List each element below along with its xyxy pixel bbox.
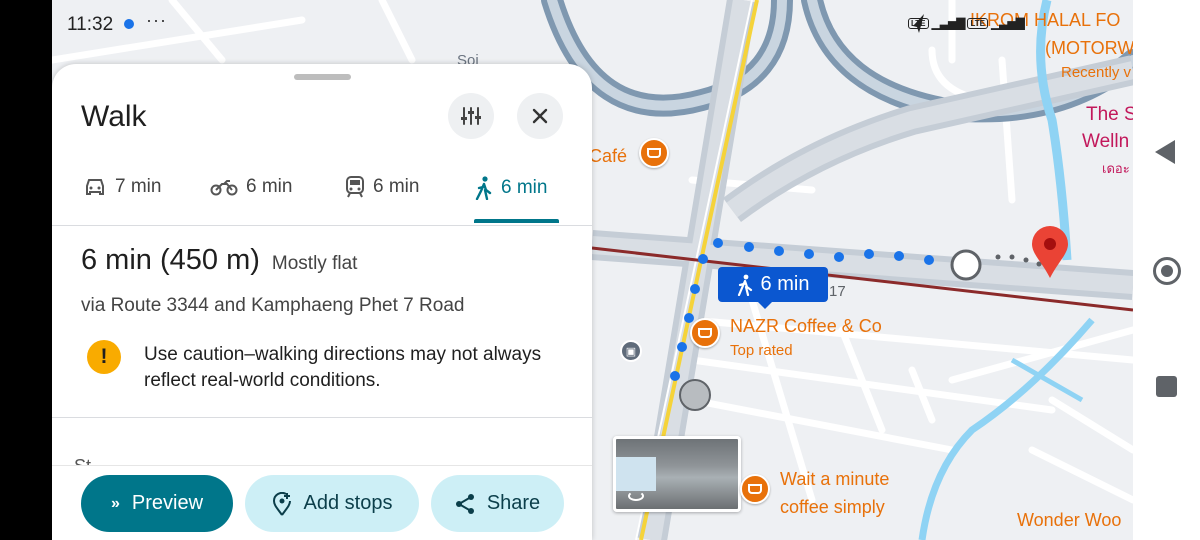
walking-caution-text: Use caution–walking directions may not a…: [144, 344, 542, 391]
warning-icon: !: [87, 340, 121, 374]
preview-chevrons-icon: »: [110, 494, 120, 512]
road-number-label: 17: [829, 283, 846, 300]
status-time: 11:32: [67, 14, 114, 35]
route-summary: 6 min (450 m) Mostly flat: [81, 244, 357, 277]
motorbike-icon: [210, 180, 238, 196]
tab-transit[interactable]: 6 min: [345, 176, 419, 198]
back-icon[interactable]: [1155, 140, 1175, 164]
map-label-wellness-2: Welln: [1082, 131, 1130, 152]
walk-icon: [475, 176, 492, 200]
tab-walk-label: 6 min: [501, 177, 548, 198]
add-stop-pin-icon: [272, 491, 291, 516]
walk-icon: [737, 274, 752, 296]
phone-screen: Café IKROM HALAL FO (MOTORW Recently v T…: [52, 0, 1133, 540]
action-bar: » Preview Add stops Share: [52, 465, 592, 540]
sheet-title: Walk: [81, 100, 147, 133]
tab-drive-label: 7 min: [115, 176, 162, 197]
signal-icon: ▁▃▅▇: [931, 16, 966, 30]
map-label-wait[interactable]: Wait a minute: [780, 469, 889, 490]
preview-label: Preview: [131, 492, 204, 514]
map-label-wait-2: coffee simply: [780, 497, 885, 517]
sheet-drag-handle[interactable]: [294, 74, 351, 80]
wait-a-minute-poi-icon[interactable]: [740, 474, 770, 504]
signal-icon-2: ▁▃▅▇: [990, 16, 1025, 30]
close-icon: [532, 108, 548, 124]
section-divider: [52, 417, 592, 418]
car-icon: [86, 179, 104, 195]
directions-sheet: Walk 7 min 6 min 6 min 6 min 6 min (450 …: [52, 64, 592, 540]
route-duration-distance: 6 min (450 m): [81, 244, 260, 276]
recent-apps-icon[interactable]: [1156, 376, 1177, 397]
add-stops-button[interactable]: Add stops: [245, 475, 419, 532]
map-label-wellness-3: เดอะ: [1102, 161, 1130, 176]
active-tab-indicator: [474, 219, 559, 223]
route-via: via Route 3344 and Kamphaeng Phet 7 Road: [81, 295, 465, 316]
map-label-nazr-sub: Top rated: [730, 342, 793, 359]
street-view-360-icon: [628, 491, 644, 501]
route-time-badge[interactable]: 6 min: [718, 267, 828, 309]
tab-walk[interactable]: 6 min: [475, 176, 547, 200]
map-label-nazr[interactable]: NAZR Coffee & Co: [730, 316, 882, 337]
share-icon: [455, 493, 474, 514]
street-view-thumbnail[interactable]: [613, 436, 741, 512]
map-label-wellness[interactable]: The S: [1086, 104, 1133, 126]
route-terrain: Mostly flat: [271, 253, 358, 274]
map-label-halal-2: (MOTORW: [1045, 38, 1133, 58]
close-button[interactable]: [517, 93, 563, 139]
home-icon[interactable]: [1153, 257, 1181, 285]
travel-mode-tabs: 7 min 6 min 6 min 6 min: [52, 164, 592, 226]
status-icons: LTE ▁▃▅▇ LTE ▁▃▅▇: [908, 12, 1025, 34]
tab-motorbike-label: 6 min: [246, 176, 293, 197]
route-options-button[interactable]: [448, 93, 494, 139]
tab-transit-label: 6 min: [373, 176, 420, 197]
lte-icon-2: LTE: [967, 17, 988, 29]
preview-button[interactable]: » Preview: [81, 475, 233, 532]
messenger-notification-icon: [124, 19, 134, 29]
system-navigation-bar: [1133, 0, 1200, 540]
share-label: Share: [486, 492, 541, 514]
route-badge-label: 6 min: [760, 273, 810, 295]
share-button[interactable]: Share: [431, 475, 564, 532]
tab-drive[interactable]: 7 min: [83, 176, 161, 198]
nazr-coffee-poi-icon[interactable]: [690, 318, 720, 348]
tune-icon: [461, 107, 481, 125]
bus-stop-icon[interactable]: ▣: [620, 340, 642, 362]
tab-motorbike[interactable]: 6 min: [210, 176, 292, 198]
lte-icon: LTE: [908, 17, 929, 29]
map-label-wonder[interactable]: Wonder Woo: [1017, 510, 1121, 531]
map-label-halal-3: Recently v: [1061, 64, 1132, 81]
map-label-cafe: Café: [589, 146, 628, 166]
transit-icon: [346, 176, 364, 198]
cafe-poi-icon[interactable]: [639, 138, 669, 168]
more-notifications-icon: ···: [146, 10, 167, 30]
add-stops-label: Add stops: [303, 492, 393, 514]
